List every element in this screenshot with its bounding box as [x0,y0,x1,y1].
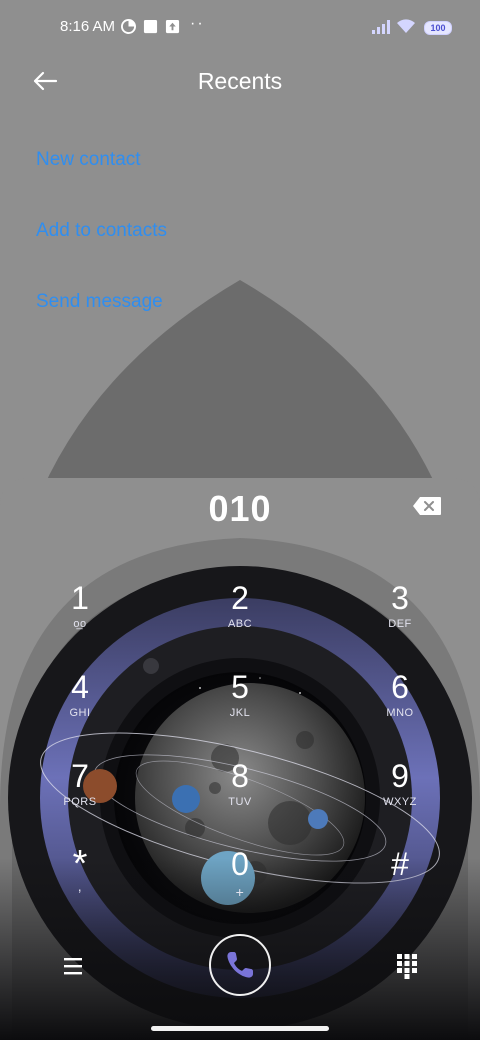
key-digit: 0 [231,846,249,882]
status-time: 8:16 AM [60,18,116,35]
key-1[interactable]: 1 ᴏ̲ᴏ [30,580,130,656]
key-hash[interactable]: # [350,846,450,922]
key-digit: # [391,846,409,882]
key-4[interactable]: 4 GHI [30,669,130,745]
key-2[interactable]: 2 ABC [190,580,290,656]
key-digit: 9 [391,758,409,794]
key-digit: 4 [71,669,89,705]
phone-icon [227,952,253,978]
menu-icon[interactable] [62,955,86,977]
voicemail-icon: ᴏ̲ᴏ [73,618,87,630]
key-9[interactable]: 9 WXYZ [350,758,450,834]
key-letters: JKL [229,707,251,719]
page-title: Recents [197,68,283,94]
send-message-link[interactable]: Send message [36,291,163,313]
key-digit: 7 [71,758,89,794]
key-letters: TUV [228,796,252,808]
signal-icon [372,20,390,34]
battery-icon: 100 [424,21,452,35]
new-contact-link[interactable]: New contact [36,149,141,171]
keypad-toggle-icon[interactable] [396,953,418,979]
add-to-contacts-link[interactable]: Add to contacts [36,220,167,242]
key-digit: 8 [231,758,249,794]
key-6[interactable]: 6 MNO [350,669,450,745]
key-digit: 6 [391,669,409,705]
key-digit: 3 [391,580,409,616]
key-0[interactable]: 0 + [190,846,290,922]
more-notifications-icon: ·· [190,15,205,32]
key-7[interactable]: 7 PQRS [30,758,130,834]
key-digit: 2 [231,580,249,616]
key-letters: DEF [388,618,412,630]
key-8[interactable]: 8 TUV [190,758,290,834]
key-letters: WXYZ [383,796,417,808]
key-digit: 5 [231,669,249,705]
call-button[interactable] [209,934,271,996]
key-digit: 1 [71,580,89,616]
backspace-icon[interactable] [412,496,442,516]
key-5[interactable]: 5 JKL [190,669,290,745]
status-bar: 8:16 AM ·· 100 [0,0,480,56]
key-3[interactable]: 3 DEF [350,580,450,656]
wifi-icon [397,19,415,33]
key-letters: ABC [227,618,253,630]
data-saver-icon [121,19,136,34]
key-letters: PQRS [63,796,97,808]
home-indicator[interactable] [151,1026,329,1031]
upload-icon [165,19,180,34]
key-star[interactable]: * , [30,843,130,922]
key-letters: , [77,878,83,894]
key-letters: MNO [386,707,414,719]
key-letters: GHI [69,707,91,719]
dialed-number: 010 [208,488,272,529]
key-letters: + [235,884,245,900]
notification-square-icon [143,19,158,34]
key-digit: * [72,843,88,885]
